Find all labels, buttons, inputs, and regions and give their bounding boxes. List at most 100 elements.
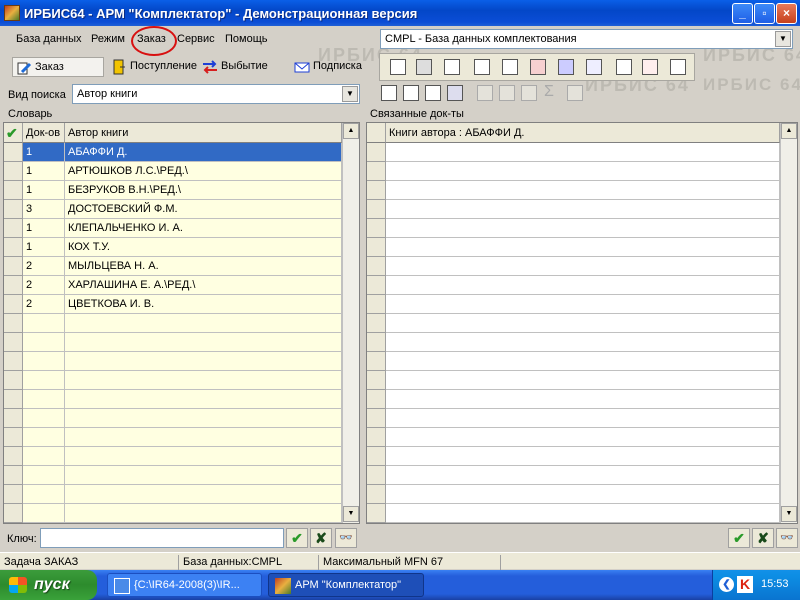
row-indicator[interactable] — [4, 295, 23, 314]
document-icon[interactable] — [390, 59, 406, 75]
row-indicator[interactable] — [367, 143, 386, 162]
row-indicator[interactable] — [4, 371, 23, 390]
close-button[interactable]: × — [776, 3, 797, 24]
save-document-icon[interactable] — [425, 85, 441, 101]
cell-author[interactable]: ЦВЕТКОВА И. В. — [65, 295, 342, 314]
linked-docs-grid[interactable]: Книги автора : АБАФФИ Д. Абаффи Д. Матем… — [366, 122, 798, 524]
column-header-books[interactable]: Книги автора : АБАФФИ Д. — [386, 123, 780, 143]
cell-count[interactable]: 3 — [23, 200, 65, 219]
taskbar-item-app[interactable]: АРМ "Комплектатор" — [268, 573, 424, 597]
key-input[interactable] — [40, 528, 284, 548]
scrollbar[interactable]: ▲ ▼ — [780, 123, 797, 523]
scroll-down-icon[interactable]: ▼ — [781, 506, 797, 522]
row-indicator[interactable] — [367, 200, 386, 219]
pages-icon[interactable] — [474, 59, 490, 75]
menu-item-database[interactable]: База данных — [16, 33, 82, 45]
row-indicator[interactable] — [4, 314, 23, 333]
row-indicator[interactable] — [367, 238, 386, 257]
row-indicator[interactable] — [4, 143, 23, 162]
row-indicator[interactable] — [4, 200, 23, 219]
scroll-up-icon[interactable]: ▲ — [781, 123, 797, 139]
cell-count[interactable]: 1 — [23, 143, 65, 162]
row-indicator[interactable] — [367, 276, 386, 295]
cell-count[interactable]: 1 — [23, 162, 65, 181]
row-indicator[interactable] — [367, 333, 386, 352]
cell-author[interactable]: ДОСТОЕВСКИЙ Ф.М. — [65, 200, 342, 219]
clipboard-icon[interactable] — [502, 59, 518, 75]
row-indicator[interactable] — [4, 257, 23, 276]
maximize-button[interactable]: ▫ — [754, 3, 775, 24]
menu-item-help[interactable]: Помощь — [225, 33, 268, 45]
row-indicator[interactable] — [4, 276, 23, 295]
copy-icon[interactable] — [444, 59, 460, 75]
row-indicator[interactable] — [367, 466, 386, 485]
row-indicator[interactable] — [4, 238, 23, 257]
row-indicator[interactable] — [367, 181, 386, 200]
cancel-button-right[interactable]: ✘ — [752, 528, 774, 548]
row-indicator[interactable] — [4, 162, 23, 181]
row-indicator[interactable] — [367, 295, 386, 314]
row-indicator[interactable] — [4, 181, 23, 200]
column-header-count[interactable]: Док-ов — [23, 123, 65, 143]
row-indicator[interactable] — [4, 390, 23, 409]
row-indicator[interactable] — [367, 504, 386, 523]
calculator-icon[interactable] — [586, 59, 602, 75]
scrollbar[interactable]: ▲ ▼ — [342, 123, 359, 523]
cell-author[interactable]: АРТЮШКОВ Л.С.\РЕД.\ — [65, 162, 342, 181]
tab-receipt[interactable]: Поступление — [108, 57, 201, 77]
glasses-icon[interactable]: 👓 — [776, 528, 798, 548]
scroll-down-icon[interactable]: ▼ — [343, 506, 359, 522]
row-indicator[interactable] — [367, 409, 386, 428]
menu-item-mode[interactable]: Режим — [91, 33, 125, 45]
new-document-icon[interactable] — [381, 85, 397, 101]
chevron-down-icon[interactable]: ▼ — [342, 86, 358, 102]
cell-document[interactable]: Абаффи Д. Математические методы для лине… — [386, 143, 780, 162]
cell-count[interactable]: 2 — [23, 295, 65, 314]
start-button[interactable]: пуск — [0, 570, 97, 600]
database-select[interactable]: CMPL - База данных комплектования ▼ — [380, 29, 793, 49]
row-indicator[interactable] — [367, 428, 386, 447]
row-indicator[interactable] — [4, 409, 23, 428]
row-indicator[interactable] — [4, 219, 23, 238]
scroll-up-icon[interactable]: ▲ — [343, 123, 359, 139]
row-indicator[interactable] — [367, 219, 386, 238]
confirm-button[interactable]: ✔ — [286, 528, 308, 548]
open-document-icon[interactable] — [403, 85, 419, 101]
cell-count[interactable]: 2 — [23, 257, 65, 276]
dictionary-grid[interactable]: ✔ Док-ов Автор книги 1 АБАФФИ Д. 1 АРТЮШКОВ… — [3, 122, 360, 524]
row-indicator[interactable] — [367, 352, 386, 371]
chart-icon[interactable] — [558, 59, 574, 75]
taskbar-item-folder[interactable]: {C:\IR64-2008(3)\IR... — [107, 573, 262, 597]
glasses-icon[interactable]: 👓 — [335, 528, 357, 548]
row-indicator[interactable] — [4, 485, 23, 504]
tab-disposal[interactable]: Выбытие — [199, 57, 272, 77]
graph-icon[interactable] — [642, 59, 658, 75]
row-indicator[interactable] — [4, 466, 23, 485]
row-indicator[interactable] — [367, 314, 386, 333]
row-indicator[interactable] — [367, 485, 386, 504]
cell-author[interactable]: ХАРЛАШИНА Е. А.\РЕД.\ — [65, 276, 342, 295]
refresh-icon[interactable] — [670, 59, 686, 75]
cell-count[interactable]: 1 — [23, 238, 65, 257]
row-indicator[interactable] — [4, 333, 23, 352]
antivirus-icon[interactable]: K — [737, 576, 753, 593]
row-indicator[interactable] — [4, 428, 23, 447]
cell-author[interactable]: БЕЗРУКОВ В.Н.\РЕД.\ — [65, 181, 342, 200]
chevron-left-icon[interactable]: ❮ — [719, 577, 734, 592]
row-indicator[interactable] — [4, 504, 23, 523]
app-icon[interactable] — [4, 5, 20, 21]
document-red-icon[interactable] — [530, 59, 546, 75]
row-indicator[interactable] — [4, 352, 23, 371]
title-bar[interactable]: ИРБИС64 - АРМ "Комплектатор" - Демонстра… — [0, 0, 800, 26]
confirm-button-right[interactable]: ✔ — [728, 528, 750, 548]
column-header-author[interactable]: Автор книги — [65, 123, 342, 143]
minimize-button[interactable]: _ — [732, 3, 753, 24]
row-indicator[interactable] — [367, 162, 386, 181]
search-type-select[interactable]: Автор книги ▼ — [72, 84, 360, 104]
cell-count[interactable]: 1 — [23, 181, 65, 200]
tab-order[interactable]: Заказ — [12, 57, 104, 77]
row-indicator[interactable] — [4, 447, 23, 466]
cell-author[interactable]: КЛЕПАЛЬЧЕНКО И. А. — [65, 219, 342, 238]
cell-author[interactable]: АБАФФИ Д. — [65, 143, 342, 162]
list-icon[interactable] — [616, 59, 632, 75]
